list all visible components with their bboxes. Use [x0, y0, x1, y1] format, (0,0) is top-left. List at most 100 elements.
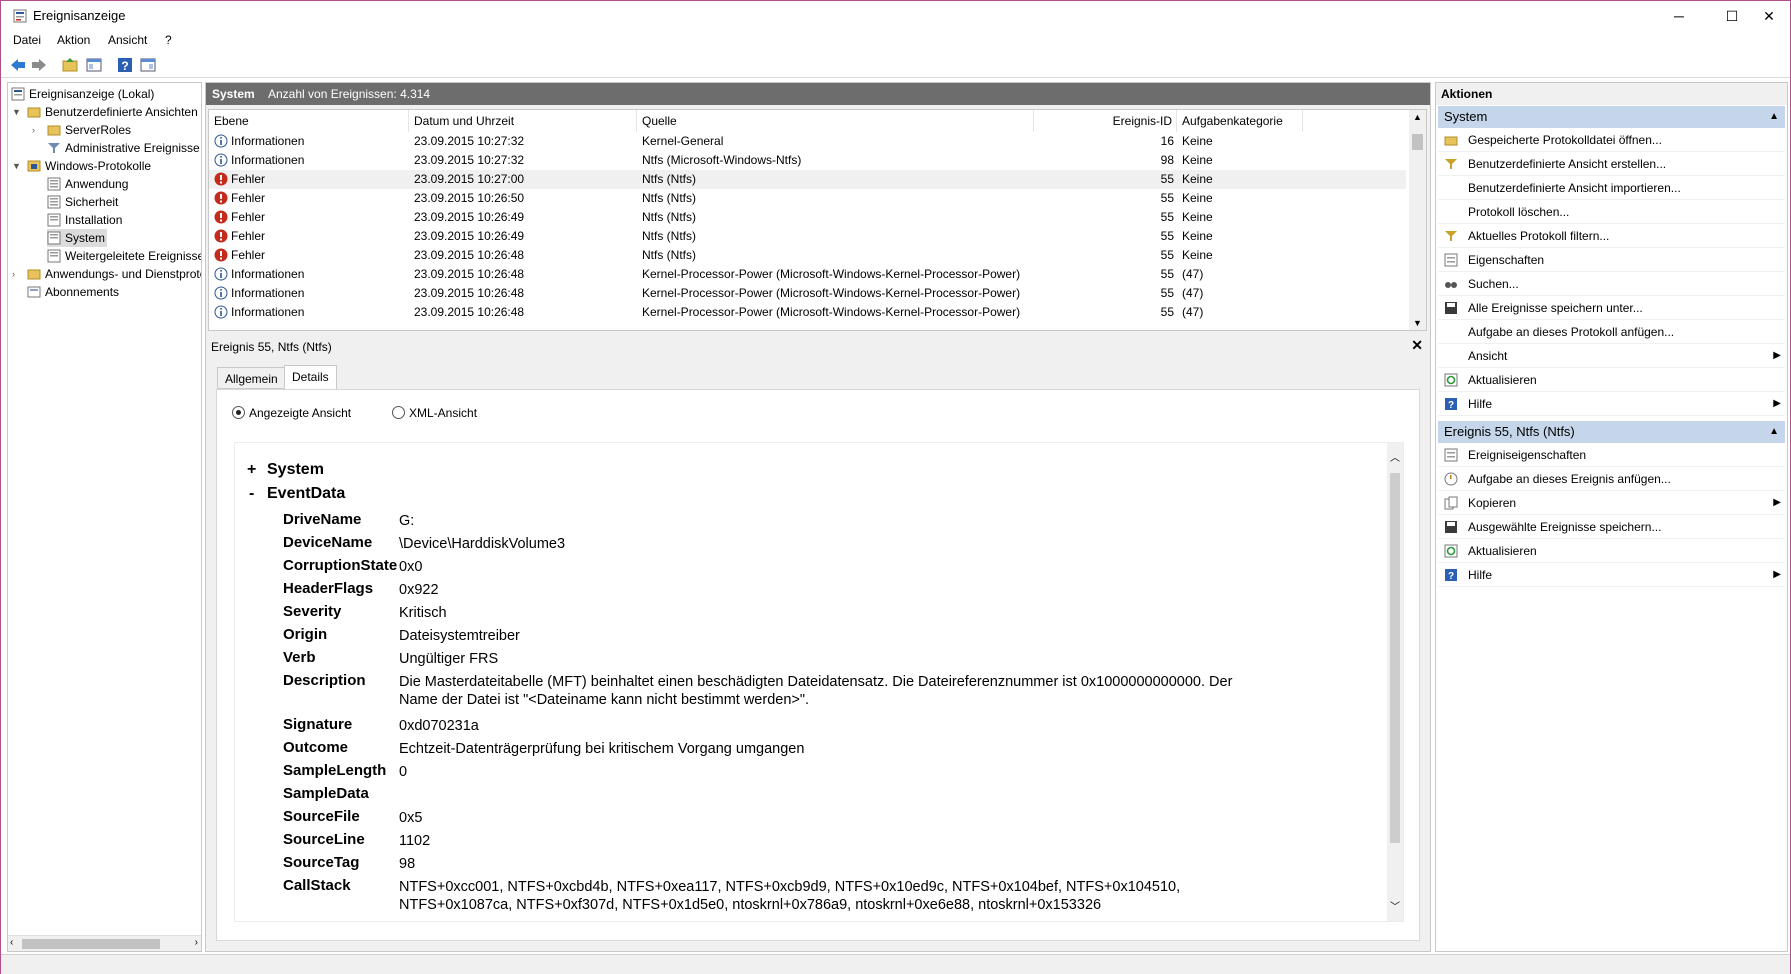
chevron-right-icon[interactable]: › [12, 265, 22, 283]
field-value: Ungültiger FRS [399, 651, 499, 667]
action-item[interactable]: Benutzerdefinierte Ansicht erstellen... [1438, 152, 1785, 176]
menu-ansicht[interactable]: Ansicht [108, 33, 147, 47]
chevron-down-icon[interactable]: ▼ [12, 157, 22, 175]
field-value: Dateisystemtreiber [399, 628, 520, 644]
table-row[interactable]: Fehler 23.09.2015 10:27:00 Ntfs (Ntfs) 55 Ke… [209, 170, 1406, 189]
scroll-thumb[interactable] [1390, 473, 1400, 843]
table-row[interactable]: Fehler 23.09.2015 10:26:50 Ntfs (Ntfs) 55 Ke… [209, 189, 1406, 208]
action-item[interactable]: ? Hilfe ▶ [1438, 563, 1785, 587]
tab-details[interactable]: Details [284, 365, 337, 389]
collapse-icon[interactable]: ▲ [1769, 106, 1779, 128]
help-icon[interactable]: ? [116, 56, 134, 74]
collapse-icon[interactable]: ▲ [1769, 421, 1779, 443]
action-item[interactable]: Aktualisieren [1438, 539, 1785, 563]
action-item[interactable]: Ansicht ▶ [1438, 344, 1785, 368]
action-item[interactable]: Aktuelles Protokoll filtern... [1438, 224, 1785, 248]
col-source[interactable]: Quelle [637, 110, 1034, 132]
tab-general[interactable]: Allgemein [217, 367, 286, 389]
field-key: SourceFile [283, 808, 360, 825]
scroll-thumb[interactable] [22, 939, 160, 949]
scroll-thumb[interactable] [1412, 134, 1423, 150]
scroll-down-icon[interactable]: ﹀ [1390, 898, 1400, 913]
event-id: 55 [1160, 248, 1174, 262]
close-window-button[interactable]: ✕ [1746, 1, 1791, 31]
show-hide-action-pane-icon[interactable] [139, 56, 157, 74]
event-data-view: + System - EventData DriveName G: DeviceNa… [234, 442, 1404, 922]
field-key: DeviceName [283, 534, 373, 551]
detail-vertical-scrollbar[interactable]: ︿ ﹀ [1387, 443, 1403, 921]
up-folder-icon[interactable] [61, 56, 79, 74]
menu-datei[interactable]: Datei [13, 33, 41, 47]
svg-text:?: ? [121, 59, 128, 73]
action-label: Aktualisieren [1468, 544, 1537, 558]
col-level[interactable]: Ebene [209, 110, 409, 132]
back-arrow-icon[interactable] [9, 56, 27, 74]
event-task-category: Keine [1182, 229, 1213, 243]
action-label: Aktuelles Protokoll filtern... [1468, 229, 1610, 243]
table-row[interactable]: Informationen 23.09.2015 10:26:48 Kernel-P… [209, 303, 1406, 322]
action-label: Hilfe [1468, 568, 1493, 582]
scroll-right-icon[interactable]: › [195, 937, 198, 948]
action-item[interactable]: Aufgabe an dieses Ereignis anfügen... [1438, 467, 1785, 491]
table-row[interactable]: Fehler 23.09.2015 10:26:49 Ntfs (Ntfs) 55 Ke… [209, 208, 1406, 227]
close-icon[interactable]: ✕ [1411, 337, 1423, 354]
field-key: Severity [283, 603, 342, 620]
radio-xml-view[interactable]: XML-Ansicht [392, 406, 477, 420]
folder-icon [27, 269, 41, 280]
menu-bar: Datei Aktion Ansicht ? [1, 31, 1790, 51]
field-value: 0x922 [399, 582, 439, 598]
actions-group-system[interactable]: System ▲ [1438, 106, 1785, 128]
scroll-up-icon[interactable]: ︿ [1390, 449, 1400, 464]
expand-system-toggle[interactable]: + [247, 461, 256, 479]
event-level: Fehler [231, 210, 266, 224]
actions-group-event[interactable]: Ereignis 55, Ntfs (Ntfs) ▲ [1438, 421, 1785, 443]
field-key: Outcome [283, 739, 349, 756]
table-row[interactable]: Informationen 23.09.2015 10:27:32 Ntfs (Mi… [209, 151, 1406, 170]
action-item[interactable]: Eigenschaften [1438, 248, 1785, 272]
minimize-button[interactable]: ─ [1656, 1, 1702, 31]
col-date[interactable]: Datum und Uhrzeit [409, 110, 637, 132]
collapse-eventdata-toggle[interactable]: - [249, 485, 254, 503]
field-key: CorruptionState [283, 557, 398, 574]
action-item[interactable]: Alle Ereignisse speichern unter... [1438, 296, 1785, 320]
action-item[interactable]: ? Hilfe ▶ [1438, 392, 1785, 416]
scroll-down-icon[interactable]: ▼ [1413, 318, 1422, 328]
table-row[interactable]: Informationen 23.09.2015 10:26:48 Kernel-P… [209, 265, 1406, 284]
action-item[interactable]: Ereigniseigenschaften [1438, 443, 1785, 467]
action-item[interactable]: Gespeicherte Protokolldatei öffnen... [1438, 128, 1785, 152]
action-label: Alle Ereignisse speichern unter... [1468, 301, 1643, 315]
action-item[interactable]: Aufgabe an dieses Protokoll anfügen... [1438, 320, 1785, 344]
tree-horizontal-scrollbar[interactable]: ‹ › [8, 935, 201, 951]
action-item[interactable]: Aktualisieren [1438, 368, 1785, 392]
col-task-category[interactable]: Aufgabenkategorie [1177, 110, 1303, 132]
action-item[interactable]: Protokoll löschen... [1438, 200, 1785, 224]
table-row[interactable]: Fehler 23.09.2015 10:26:49 Ntfs (Ntfs) 55 Ke… [209, 227, 1406, 246]
menu-aktion[interactable]: Aktion [57, 33, 90, 47]
forward-arrow-icon[interactable] [30, 56, 48, 74]
scroll-left-icon[interactable]: ‹ [10, 937, 13, 948]
action-item[interactable]: Benutzerdefinierte Ansicht importieren..… [1438, 176, 1785, 200]
action-label: Suchen... [1468, 277, 1519, 291]
log-pane: System Anzahl von Ereignissen: 4.314 Ebe… [205, 82, 1431, 952]
navigation-tree: Ereignisanzeige (Lokal) ▼ Benutzerdefini… [7, 82, 202, 952]
radio-friendly-view[interactable]: Angezeigte Ansicht [232, 406, 351, 420]
event-count: Anzahl von Ereignissen: 4.314 [268, 87, 431, 101]
events-vertical-scrollbar[interactable]: ▲ ▼ [1409, 110, 1426, 330]
action-item[interactable]: Suchen... [1438, 272, 1785, 296]
binoculars-icon [1445, 282, 1457, 288]
chevron-right-icon[interactable]: › [32, 121, 42, 139]
show-hide-tree-icon[interactable] [85, 56, 103, 74]
col-event-id[interactable]: Ereignis-ID [1034, 110, 1177, 132]
table-row[interactable]: Fehler 23.09.2015 10:26:48 Ntfs (Ntfs) 55 Ke… [209, 246, 1406, 265]
action-item[interactable]: Kopieren ▶ [1438, 491, 1785, 515]
folder-icon [27, 107, 41, 118]
table-row[interactable]: Informationen 23.09.2015 10:26:48 Kernel-P… [209, 284, 1406, 303]
tree-system-log[interactable]: System [47, 229, 107, 247]
chevron-down-icon[interactable]: ▼ [12, 103, 22, 121]
scroll-up-icon[interactable]: ▲ [1413, 112, 1422, 122]
menu-help[interactable]: ? [165, 33, 172, 47]
action-item[interactable]: Ausgewählte Ereignisse speichern... [1438, 515, 1785, 539]
table-row[interactable]: Informationen 23.09.2015 10:27:32 Kernel-G… [209, 132, 1406, 151]
event-level: Fehler [231, 191, 266, 205]
event-task-category: Keine [1182, 172, 1213, 186]
